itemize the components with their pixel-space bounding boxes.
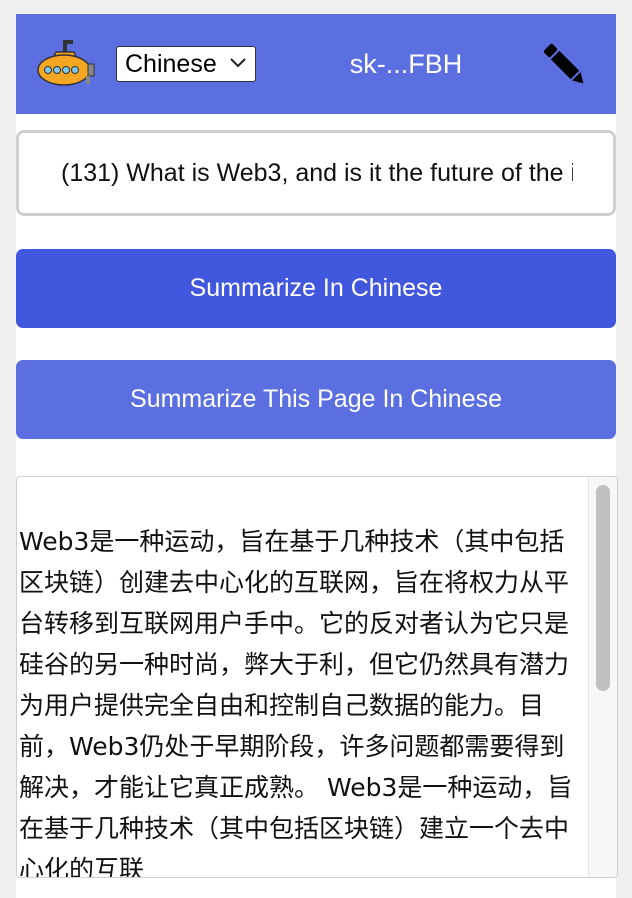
- api-key-display: sk-...FBH: [349, 49, 463, 79]
- chevron-down-icon: [230, 58, 246, 68]
- pencil-icon[interactable]: [538, 38, 592, 92]
- language-select[interactable]: Chinese: [116, 46, 256, 82]
- language-select-value: Chinese: [125, 49, 217, 78]
- scrollbar[interactable]: [588, 477, 617, 877]
- summary-text: Web3是一种运动，旨在基于几种技术（其中包括区块链）创建去中心化的互联网，旨在…: [19, 527, 573, 878]
- submarine-icon: [37, 40, 95, 86]
- summarize-page-button[interactable]: Summarize This Page In Chinese: [16, 360, 616, 439]
- url-input[interactable]: [16, 130, 616, 216]
- extension-panel: Chinese sk-...FBH Summarize In Chinese S…: [16, 14, 618, 898]
- summary-output[interactable]: Web3是一种运动，旨在基于几种技术（其中包括区块链）创建去中心化的互联网，旨在…: [16, 476, 618, 878]
- summarize-button[interactable]: Summarize In Chinese: [16, 249, 616, 328]
- header-bar: Chinese sk-...FBH: [16, 14, 616, 114]
- scrollbar-thumb[interactable]: [596, 485, 610, 691]
